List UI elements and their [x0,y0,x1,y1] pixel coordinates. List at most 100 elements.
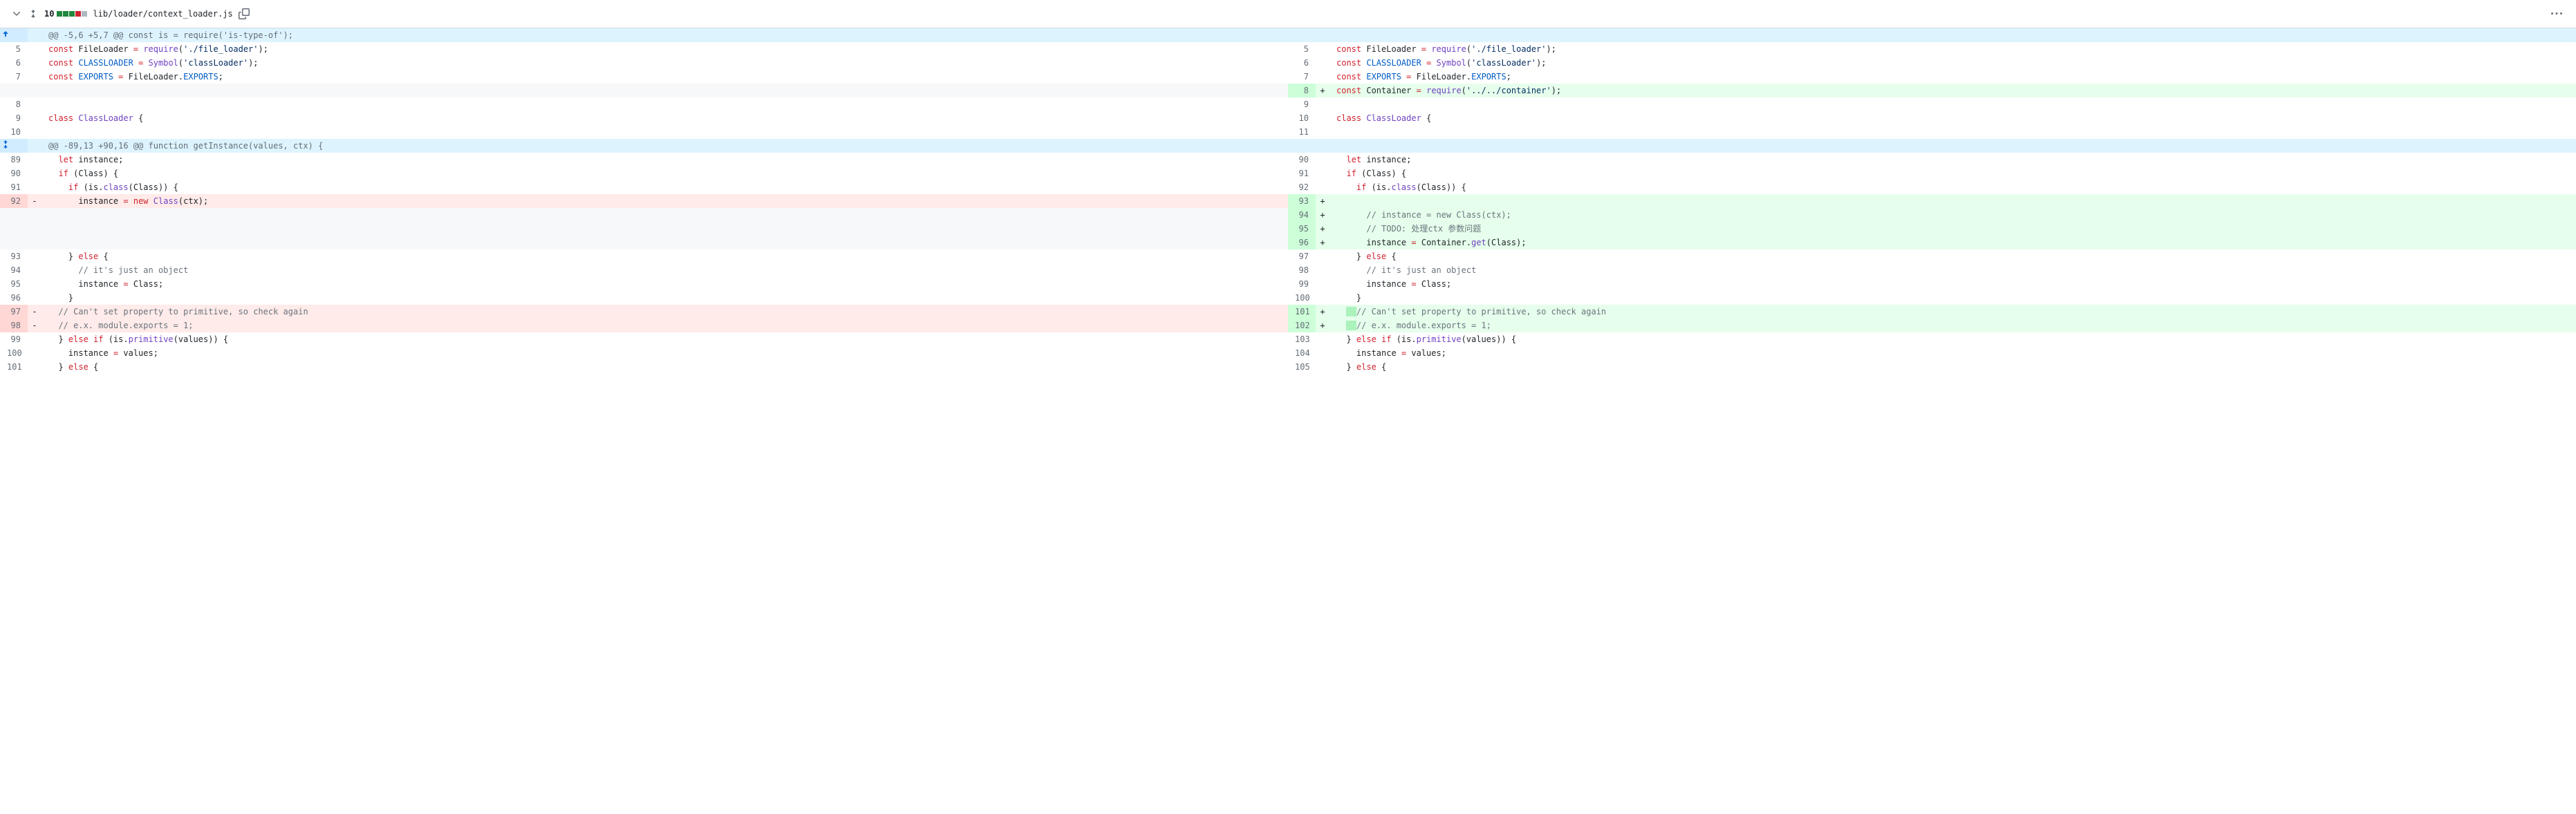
hunk-header: @@ -89,13 +90,16 @@ function getInstance… [0,139,2576,153]
line-number-left[interactable]: 99 [0,332,28,346]
diff-row: 100 instance = values;104 instance = val… [0,346,2576,360]
marker-del: - [28,305,41,319]
file-path[interactable]: lib/loader/context_loader.js [93,9,232,19]
marker-add: + [1316,305,1329,319]
diff-row: 89 let instance;90 let instance; [0,153,2576,167]
code-right: const EXPORTS = FileLoader.EXPORTS; [1329,70,2576,84]
code-left: } else { [41,360,1288,374]
code-left: } else if (is.primitive(values)) { [41,332,1288,346]
line-number-left[interactable]: 7 [0,70,28,84]
code-left [41,97,1288,111]
line-number-left[interactable]: 95 [0,277,28,291]
code-left: if (Class) { [41,167,1288,180]
diff-row: 6 const CLASSLOADER = Symbol('classLoader… [0,56,2576,70]
line-number-left[interactable]: 93 [0,249,28,263]
line-number-left[interactable]: 96 [0,291,28,305]
code-left: instance = Class; [41,277,1288,291]
marker-add: + [1316,208,1329,222]
code-left: // Can't set property to primitive, so c… [41,305,1288,319]
line-number-left[interactable]: 89 [0,153,28,167]
diff-row: 92- instance = new Class(ctx);93+ [0,194,2576,208]
line-number-left[interactable]: 91 [0,180,28,194]
diff-row: 99 } else if (is.primitive(values)) {103… [0,332,2576,346]
code-right: // TODO: 处理ctx 参数问题 [1329,222,2576,236]
line-number-right[interactable]: 94 [1288,208,1316,222]
diffstat-blocks [57,11,87,17]
line-number-left[interactable]: 8 [0,97,28,111]
line-number-right[interactable]: 96 [1288,236,1316,249]
expand-icon[interactable] [0,28,28,42]
code-left: const EXPORTS = FileLoader.EXPORTS; [41,70,1288,84]
line-number-right[interactable]: 103 [1288,332,1316,346]
line-number-right[interactable]: 11 [1288,125,1316,139]
diff-row: 94+ // instance = new Class(ctx); [0,208,2576,222]
code-right: instance = Class; [1329,277,2576,291]
line-number-left[interactable]: 94 [0,263,28,277]
code-left: } else { [41,249,1288,263]
line-number-right[interactable]: 92 [1288,180,1316,194]
kebab-menu-icon[interactable] [2548,6,2565,22]
line-number-left[interactable]: 6 [0,56,28,70]
code-left [41,125,1288,139]
expand-icon[interactable] [0,139,28,153]
line-number-right[interactable]: 105 [1288,360,1316,374]
line-number-right[interactable]: 6 [1288,56,1316,70]
chevron-down-icon[interactable] [11,8,22,19]
code-right [1329,125,2576,139]
code-right: if (is.class(Class)) { [1329,180,2576,194]
line-number-left[interactable]: 90 [0,167,28,180]
code-right [1329,194,2576,208]
line-number-right[interactable]: 101 [1288,305,1316,319]
line-number-left[interactable]: 92 [0,194,28,208]
line-number-right[interactable]: 9 [1288,97,1316,111]
copy-path-icon[interactable] [239,8,250,19]
line-number-right[interactable]: 8 [1288,84,1316,97]
line-number-right[interactable]: 93 [1288,194,1316,208]
diff-row: 97- // Can't set property to primitive, … [0,305,2576,319]
line-number-right[interactable]: 95 [1288,222,1316,236]
diff-row: 94 // it's just an object98 // it's just… [0,263,2576,277]
code-left: instance = new Class(ctx); [41,194,1288,208]
line-number-left[interactable]: 9 [0,111,28,125]
line-number-left[interactable]: 10 [0,125,28,139]
code-right: let instance; [1329,153,2576,167]
line-number-left[interactable]: 100 [0,346,28,360]
code-right: const CLASSLOADER = Symbol('classLoader'… [1329,56,2576,70]
line-number-left[interactable]: 97 [0,305,28,319]
hunk-text: @@ -89,13 +90,16 @@ function getInstance… [41,139,1288,153]
hunk-header: @@ -5,6 +5,7 @@ const is = require('is-t… [0,28,2576,42]
code-left: let instance; [41,153,1288,167]
diff-row: 7const EXPORTS = FileLoader.EXPORTS;7con… [0,70,2576,84]
code-left: // it's just an object [41,263,1288,277]
line-number-left[interactable]: 101 [0,360,28,374]
code-right: // instance = new Class(ctx); [1329,208,2576,222]
line-number-right[interactable]: 104 [1288,346,1316,360]
line-number-right[interactable]: 102 [1288,319,1316,332]
code-right: class ClassLoader { [1329,111,2576,125]
line-number-right[interactable]: 90 [1288,153,1316,167]
line-number-right[interactable]: 98 [1288,263,1316,277]
line-number-right[interactable]: 10 [1288,111,1316,125]
line-number-right[interactable]: 99 [1288,277,1316,291]
code-right: if (Class) { [1329,167,2576,180]
line-number-right[interactable]: 7 [1288,70,1316,84]
diff-row: 91 if (is.class(Class)) {92 if (is.class… [0,180,2576,194]
diff-row: 98- // e.x. module.exports = 1;102+ // e… [0,319,2576,332]
code-right: } else { [1329,249,2576,263]
line-number-right[interactable]: 100 [1288,291,1316,305]
code-right: // it's just an object [1329,263,2576,277]
line-number-left[interactable]: 98 [0,319,28,332]
code-right [1329,97,2576,111]
marker-add: + [1316,194,1329,208]
line-number-left[interactable]: 5 [0,42,28,56]
line-number-right[interactable]: 97 [1288,249,1316,263]
line-number-right[interactable]: 5 [1288,42,1316,56]
marker-add: + [1316,84,1329,97]
code-left: instance = values; [41,346,1288,360]
code-right: // Can't set property to primitive, so c… [1329,305,2576,319]
code-right: // e.x. module.exports = 1; [1329,319,2576,332]
expand-all-icon[interactable] [28,8,39,19]
line-number-right[interactable]: 91 [1288,167,1316,180]
diff-row: 8+const Container = require('../../conta… [0,84,2576,97]
code-left: } [41,291,1288,305]
